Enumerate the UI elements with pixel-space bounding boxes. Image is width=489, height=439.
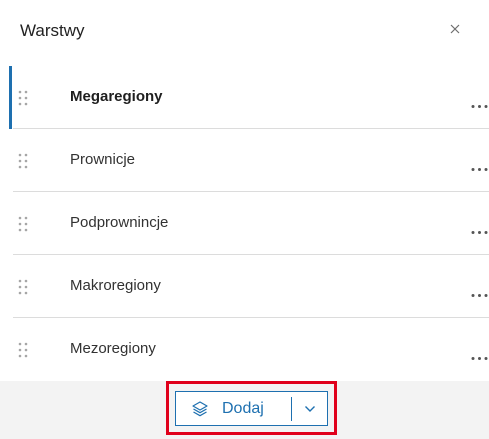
layer-item-makroregiony[interactable]: Makroregiony [0,255,489,318]
layer-item-mezoregiony[interactable]: Mezoregiony [0,318,489,381]
layer-item-megaregiony[interactable]: Megaregiony [0,66,489,129]
drag-handle-icon[interactable] [17,278,29,296]
panel-header: Warstwy [0,0,489,66]
layer-item-prownicje[interactable]: Prownicje [0,129,489,192]
layer-list: Megaregiony Prownicje Podprownincje Makr… [0,66,489,381]
more-options-icon[interactable] [470,285,489,297]
layer-item-podprownincje[interactable]: Podprownincje [0,192,489,255]
drag-handle-icon[interactable] [17,152,29,170]
layers-panel: Warstwy Megaregiony Prownicje Podprownin… [0,0,489,439]
more-options-icon[interactable] [470,348,489,360]
add-button-label: Dodaj [222,399,264,417]
drag-handle-icon[interactable] [17,215,29,233]
add-button-main[interactable]: Dodaj [176,392,291,425]
add-layer-button[interactable]: Dodaj [175,391,328,426]
chevron-down-icon [304,400,316,418]
drag-handle-icon[interactable] [17,341,29,359]
more-options-icon[interactable] [470,222,489,234]
panel-footer: Dodaj [0,381,489,439]
layer-label: Megaregiony [70,88,163,105]
layer-label: Prownicje [70,151,136,168]
close-icon[interactable] [448,22,462,36]
more-options-icon[interactable] [470,159,489,171]
more-options-icon[interactable] [470,96,489,108]
drag-handle-icon[interactable] [17,89,29,107]
layer-label: Makroregiony [70,277,161,294]
selected-indicator [9,66,12,129]
panel-title: Warstwy [20,21,85,40]
layer-label: Mezoregiony [70,340,156,357]
layers-icon [191,400,209,418]
layer-label: Podprownincje [70,214,169,231]
add-dropdown-toggle[interactable] [292,392,327,425]
